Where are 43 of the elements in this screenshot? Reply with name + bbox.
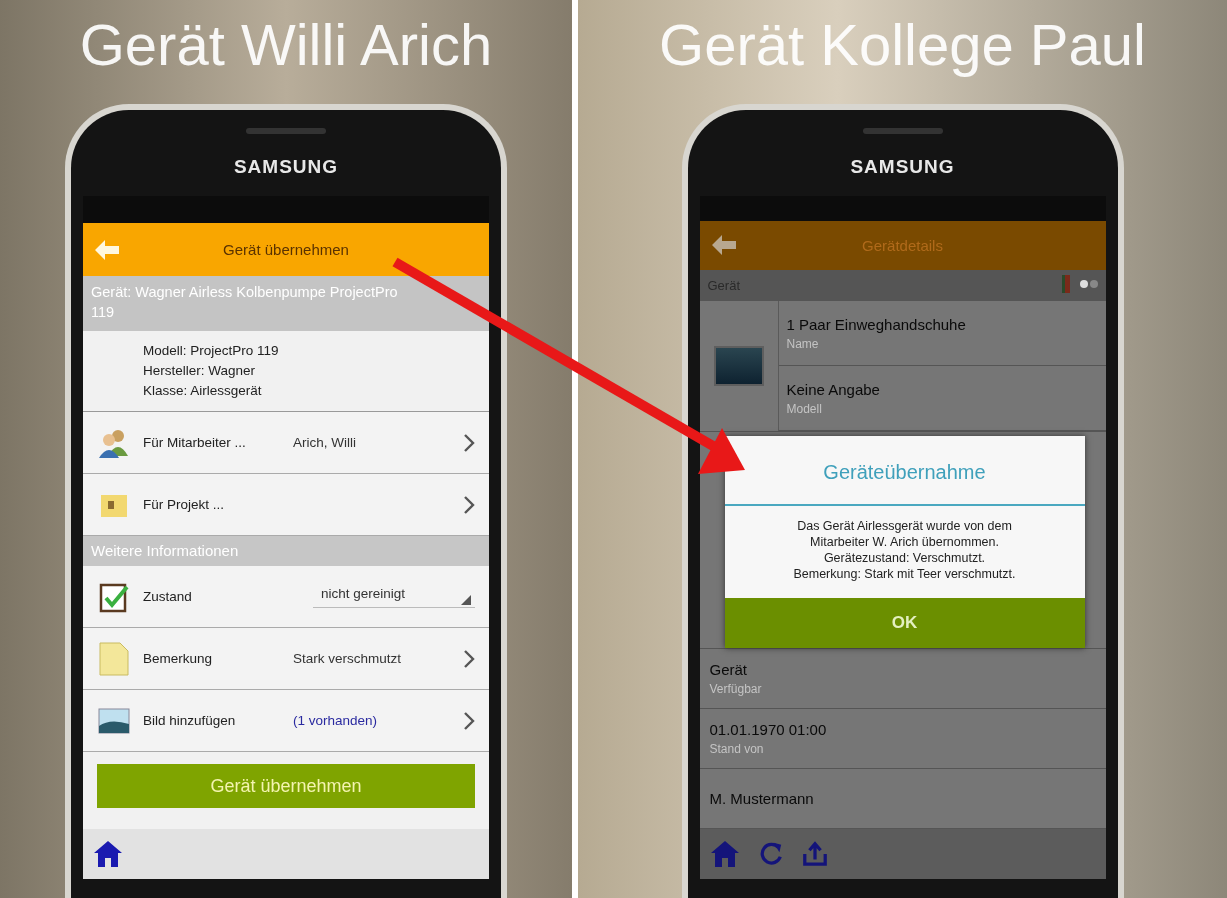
chevron-right-icon bbox=[463, 432, 475, 453]
phone-brand: SAMSUNG bbox=[850, 156, 955, 179]
dialog-message: Das Gerät Airlessgerät wurde von dem Mitarbeiter W. Arich übernommen. Gerätezustand: Verschmutzt. Bemerkung: Stark mit Teer verschmutzt. bbox=[792, 518, 1017, 583]
row-label: Bild hinzufügen bbox=[143, 713, 237, 728]
phone-brand: SAMSUNG bbox=[233, 156, 339, 179]
field-label: Verfügbar bbox=[709, 682, 763, 697]
field-label: Name bbox=[786, 336, 820, 351]
status-dropdown[interactable]: nicht gereinigt bbox=[313, 585, 475, 608]
field-value: 01.01.1970 01:00 bbox=[709, 721, 828, 739]
row-label: Für Projekt ... bbox=[143, 497, 226, 512]
upload-icon[interactable] bbox=[801, 841, 828, 868]
info-line: Modell: ProjectPro 119 bbox=[143, 342, 280, 360]
row-value: Arich, Willi bbox=[293, 435, 357, 450]
chevron-right-icon bbox=[463, 494, 475, 515]
chevron-right-icon bbox=[463, 648, 475, 669]
photo-placeholder bbox=[713, 346, 764, 387]
field-value: 1 Paar Einweghandschuhe bbox=[786, 315, 967, 333]
row-label: Für Mitarbeiter ... bbox=[143, 435, 247, 450]
header-title: Gerät übernehmen bbox=[222, 241, 350, 258]
chevron-right-icon bbox=[463, 710, 475, 731]
back-arrow-icon[interactable] bbox=[95, 239, 119, 260]
info-line: Hersteller: Wagner bbox=[143, 362, 257, 380]
dropdown-triangle-icon bbox=[461, 594, 471, 605]
people-icon bbox=[97, 427, 131, 458]
field-value: M. Mustermann bbox=[709, 790, 815, 808]
field-label: Stand von bbox=[709, 742, 765, 757]
back-arrow-icon[interactable] bbox=[711, 235, 736, 256]
field-value: Gerät bbox=[709, 661, 748, 679]
row-value: (1 vorhanden) bbox=[293, 713, 379, 728]
caption-title: Gerät Kollege Paul bbox=[659, 11, 1146, 79]
row-label: Zustand bbox=[143, 589, 193, 604]
row-label: Bemerkung bbox=[143, 651, 214, 666]
info-line: Klasse: Airlessgerät bbox=[143, 382, 263, 400]
caption-title: Gerät Willi Arich bbox=[79, 11, 493, 79]
section-header: Weitere Informationen bbox=[83, 536, 489, 566]
field-label: Modell bbox=[786, 401, 823, 416]
note-icon bbox=[97, 641, 131, 676]
row-value: Stark verschmutzt bbox=[293, 651, 403, 666]
picture-icon bbox=[97, 707, 131, 734]
field-value: Keine Angabe bbox=[786, 380, 881, 398]
home-icon[interactable] bbox=[93, 840, 123, 868]
device-status-icon bbox=[1059, 275, 1100, 296]
device-title: Gerät: Wagner Airless Kolbenpumpe ProjectPro 119 bbox=[83, 276, 489, 331]
